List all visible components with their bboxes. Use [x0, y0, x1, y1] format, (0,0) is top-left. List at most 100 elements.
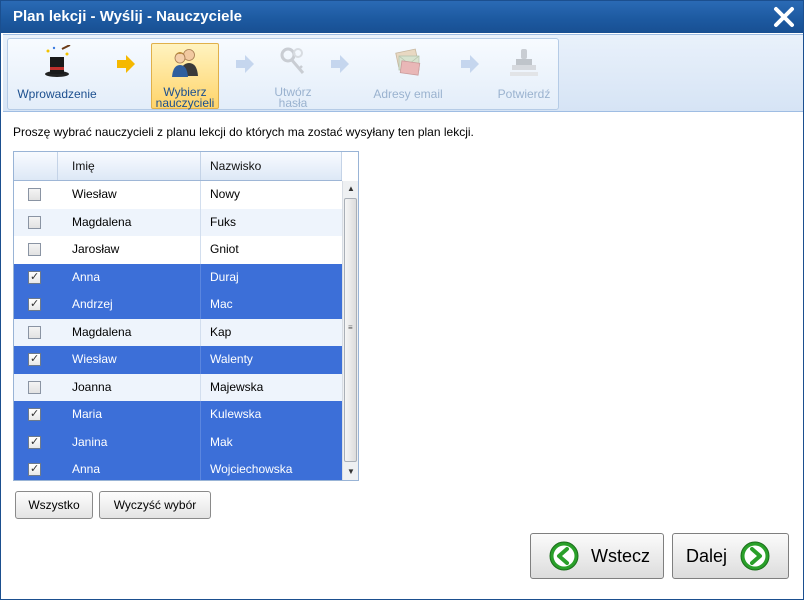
checkmark-icon: ✓	[30, 462, 40, 475]
envelopes-icon	[395, 48, 421, 76]
last-name-cell: Kulewska	[210, 407, 262, 421]
step-label: Utwórz hasła	[274, 85, 312, 110]
row-checkbox-cell: ✓	[14, 401, 58, 429]
column-divider	[200, 401, 201, 429]
table-row[interactable]: Wiesław Nowy	[14, 181, 342, 209]
table-row[interactable]: ✓ Maria Kulewska	[14, 401, 342, 429]
table-row[interactable]: Joanna Majewska	[14, 373, 342, 402]
column-divider	[200, 263, 201, 291]
first-name-cell: Magdalena	[72, 324, 132, 339]
row-checkbox[interactable]: ✓	[28, 270, 41, 284]
teachers-grid: Imię Nazwisko Wiesław Nowy Magdalena Fuks Ja…	[13, 151, 359, 481]
table-row[interactable]: ✓ Andrzej Mac	[14, 291, 342, 319]
last-name-cell: Duraj	[210, 269, 239, 284]
arrow-right-icon	[236, 55, 254, 73]
column-divider	[200, 291, 201, 319]
first-name-cell: Anna	[72, 269, 101, 284]
row-checkbox[interactable]	[28, 325, 41, 339]
row-checkbox[interactable]	[28, 380, 41, 394]
first-name-cell: Anna	[72, 462, 101, 476]
table-row[interactable]: ✓ Anna Wojciechowska	[14, 456, 342, 480]
teachers-icon	[172, 49, 198, 77]
wizard-steps-bar: Wprowadzenie Wybierz nauczycieli Utwórz …	[3, 34, 803, 112]
magic-hat-icon	[45, 45, 71, 77]
clear-selection-button[interactable]: Wyczyść wybór	[99, 491, 211, 519]
grid-header: Imię Nazwisko	[14, 152, 342, 181]
wizard-step-confirm: Potwierdź	[488, 43, 560, 109]
last-name-cell: Nowy	[210, 187, 241, 201]
row-checkbox[interactable]	[28, 188, 41, 201]
select-all-button[interactable]: Wszystko	[15, 491, 93, 519]
wizard-step-create-passwords: Utwórz hasła	[256, 43, 330, 109]
step-label: Wprowadzenie	[17, 87, 97, 101]
arrow-right-icon	[461, 55, 479, 73]
wizard-step-introduction[interactable]: Wprowadzenie	[12, 43, 102, 109]
first-name-cell: Wiesław	[72, 187, 117, 201]
table-row[interactable]: Jarosław Gniot	[14, 236, 342, 264]
checkmark-icon: ✓	[30, 434, 40, 448]
row-checkbox-cell	[14, 374, 58, 402]
first-name-cell: Wiesław	[72, 352, 117, 366]
row-checkbox-cell	[14, 181, 58, 209]
step-label: Potwierdź	[497, 87, 551, 101]
first-name-cell: Janina	[72, 434, 108, 449]
scroll-down-arrow-icon[interactable]: ▼	[343, 464, 358, 480]
wizard-step-select-teachers[interactable]: Wybierz nauczycieli	[151, 43, 219, 109]
column-divider	[200, 456, 201, 480]
column-divider	[200, 428, 201, 456]
keys-icon	[280, 47, 305, 74]
row-checkbox[interactable]: ✓	[28, 297, 41, 311]
back-label: Wstecz	[591, 546, 651, 566]
last-name-cell: Kap	[210, 324, 232, 339]
table-row[interactable]: Magdalena Kap	[14, 318, 342, 346]
dialog-window: Plan lekcji - Wyślij - Nauczyciele Wprow…	[0, 0, 804, 600]
step-label: Adresy email	[373, 87, 443, 101]
title-bar: Plan lekcji - Wyślij - Nauczyciele	[1, 1, 803, 33]
row-checkbox[interactable]: ✓	[28, 462, 41, 476]
checkmark-icon: ✓	[30, 297, 40, 310]
row-checkbox[interactable]	[28, 215, 41, 229]
row-checkbox-cell	[14, 236, 58, 264]
stamp-icon	[510, 49, 538, 76]
first-name-cell: Magdalena	[72, 214, 132, 229]
instruction-text: Proszę wybrać nauczycieli z planu lekcji…	[13, 125, 474, 139]
arrow-right-circle-icon	[740, 541, 770, 571]
row-checkbox[interactable]	[28, 243, 41, 256]
table-row[interactable]: Magdalena Fuks	[14, 208, 342, 237]
checkmark-icon: ✓	[30, 407, 40, 420]
last-name-cell: Fuks	[210, 214, 237, 229]
table-row[interactable]: ✓ Janina Mak	[14, 428, 342, 457]
scrollbar-thumb[interactable]: ≡	[344, 198, 357, 462]
header-checkbox-column	[14, 152, 58, 180]
row-checkbox[interactable]: ✓	[28, 407, 41, 421]
table-row[interactable]: ✓ Anna Duraj	[14, 263, 342, 292]
last-name-cell: Mak	[210, 434, 233, 449]
row-checkbox-cell: ✓	[14, 456, 58, 480]
step-label: Wybierz nauczycieli	[155, 85, 215, 110]
column-divider	[200, 318, 201, 346]
arrow-right-icon	[117, 55, 135, 73]
grid-scrollbar[interactable]: ▲ ≡ ▼	[342, 181, 358, 480]
first-name-cell: Maria	[72, 407, 103, 421]
wizard-steps-panel: Wprowadzenie Wybierz nauczycieli Utwórz …	[7, 38, 559, 110]
row-checkbox-cell: ✓	[14, 291, 58, 319]
back-button[interactable]: Wstecz	[530, 533, 664, 579]
row-checkbox-cell: ✓	[14, 429, 58, 457]
row-checkbox-cell: ✓	[14, 346, 58, 374]
last-name-cell: Majewska	[210, 379, 264, 394]
first-name-cell: Jarosław	[72, 242, 120, 256]
row-checkbox[interactable]: ✓	[28, 434, 41, 449]
next-button[interactable]: Dalej	[672, 533, 789, 579]
row-checkbox[interactable]: ✓	[28, 352, 41, 366]
header-last-name[interactable]: Nazwisko	[201, 152, 342, 180]
scroll-up-arrow-icon[interactable]: ▲	[343, 181, 358, 197]
table-row[interactable]: ✓ Wiesław Walenty	[14, 346, 342, 374]
row-checkbox-cell	[14, 209, 58, 237]
grid-rows: Wiesław Nowy Magdalena Fuks Jarosław Gniot ✓ An…	[14, 181, 342, 480]
last-name-cell: Mac	[210, 297, 233, 311]
column-divider	[200, 373, 201, 401]
header-first-name[interactable]: Imię	[58, 152, 201, 180]
row-checkbox-cell: ✓	[14, 264, 58, 292]
close-icon[interactable]	[771, 4, 797, 30]
column-divider	[200, 346, 201, 374]
